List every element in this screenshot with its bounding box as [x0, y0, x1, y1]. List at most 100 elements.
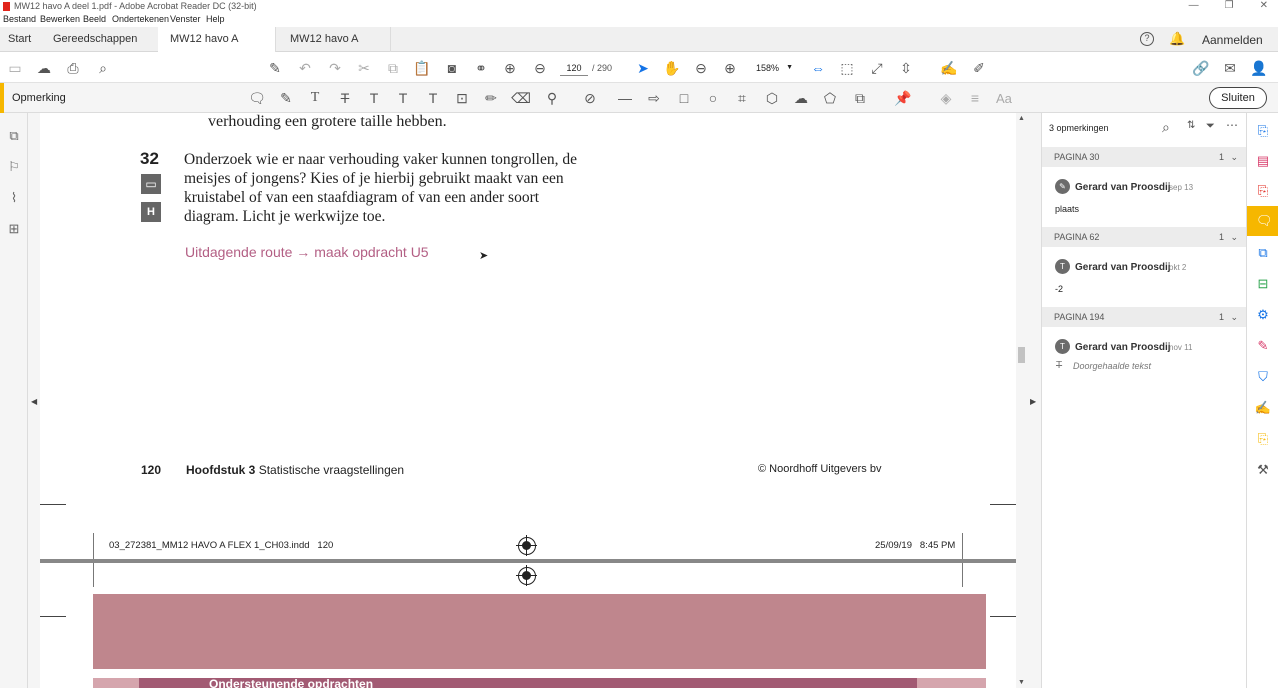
- tab-tools[interactable]: Gereedschappen: [53, 27, 137, 52]
- hand-icon[interactable]: ✋: [663, 59, 681, 77]
- menu-venster[interactable]: Venster: [170, 14, 201, 24]
- page-thumbnails-icon[interactable]: ⧉: [5, 127, 23, 145]
- scan-icon[interactable]: ⚙: [1255, 307, 1271, 323]
- pencil-icon[interactable]: ✏: [482, 89, 500, 107]
- polygon-icon[interactable]: ⬡: [763, 89, 781, 107]
- undo-icon[interactable]: ↶: [296, 59, 314, 77]
- sign-icon[interactable]: ✍: [940, 59, 958, 77]
- zoom-in-icon[interactable]: ⊕: [721, 59, 739, 77]
- comment-text[interactable]: -2: [1055, 284, 1063, 294]
- fill-sign-tool-icon[interactable]: ✎: [1255, 338, 1271, 354]
- combine-files-icon[interactable]: ⧉: [1255, 245, 1271, 261]
- menu-ondertekenen[interactable]: Ondertekenen: [112, 14, 169, 24]
- underline-text-icon[interactable]: T: [306, 89, 324, 107]
- copy-icon[interactable]: ⧉: [384, 59, 402, 77]
- page-down-icon[interactable]: ⊖: [531, 59, 549, 77]
- cloud-icon[interactable]: ☁: [792, 89, 810, 107]
- print-icon[interactable]: ⎙: [64, 59, 82, 77]
- save-icon[interactable]: ▭: [6, 59, 24, 77]
- shape-select-icon[interactable]: ⧉: [851, 89, 869, 107]
- redo-icon[interactable]: ↷: [326, 59, 344, 77]
- bell-icon[interactable]: 🔔: [1169, 31, 1185, 47]
- more-tools-icon[interactable]: ⚒: [1255, 462, 1271, 478]
- bookmark-icon[interactable]: ⚐: [5, 158, 23, 176]
- scroll-down-icon[interactable]: ▼: [1018, 679, 1025, 686]
- highlight-icon[interactable]: ✎: [277, 89, 295, 107]
- route-link[interactable]: Uitdagende route → maak opdracht U5: [185, 244, 429, 260]
- edit-pdf-icon[interactable]: ✎: [266, 59, 284, 77]
- scroll-mode-icon[interactable]: ⇳: [897, 59, 915, 77]
- rectangle-icon[interactable]: □: [675, 89, 693, 107]
- text-box-icon[interactable]: ⊡: [453, 89, 471, 107]
- menu-beeld[interactable]: Beeld: [83, 14, 106, 24]
- collapse-right-icon[interactable]: ▶: [1030, 397, 1036, 406]
- chevron-down-icon[interactable]: ⌄: [1230, 147, 1238, 167]
- fit-width-icon[interactable]: ⇔: [809, 59, 827, 77]
- comment-page-group[interactable]: PAGINA 194 1 ⌄: [1042, 307, 1246, 327]
- more-options-icon[interactable]: ⋯: [1226, 118, 1238, 132]
- document-view[interactable]: verhouding een grotere taille hebben. 32…: [40, 113, 1016, 688]
- export-pdf-icon[interactable]: ⎘: [1255, 183, 1271, 199]
- full-screen-icon[interactable]: ⤢: [868, 59, 886, 77]
- polyline-icon[interactable]: ⬠: [821, 89, 839, 107]
- sticky-note-icon[interactable]: 🗨: [248, 89, 266, 107]
- stamp-icon[interactable]: ⚲: [543, 89, 561, 107]
- insert-text-icon[interactable]: T: [394, 89, 412, 107]
- text-size-icon[interactable]: Aa: [996, 91, 1012, 106]
- replace-text-icon[interactable]: T: [365, 89, 383, 107]
- filter-icon[interactable]: ⏷: [1206, 120, 1215, 133]
- callout-icon[interactable]: ⌗: [733, 89, 751, 107]
- select-cursor-icon[interactable]: ➤: [634, 59, 652, 77]
- scroll-thumb[interactable]: [1018, 347, 1025, 363]
- send-review-icon[interactable]: ⎘: [1255, 431, 1271, 447]
- comment-page-group[interactable]: PAGINA 62 1 ⌄: [1042, 227, 1246, 247]
- scroll-up-icon[interactable]: ▲: [1018, 115, 1025, 122]
- upload-icon[interactable]: ☁: [35, 59, 53, 77]
- link-icon[interactable]: 🔗: [1192, 59, 1210, 77]
- search-icon[interactable]: ⌕: [94, 59, 112, 77]
- request-signature-icon[interactable]: ✍: [1255, 400, 1271, 416]
- line-weight-icon[interactable]: ≡: [966, 89, 984, 107]
- zoom-out-icon[interactable]: ⊖: [692, 59, 710, 77]
- tab-document-active[interactable]: MW12 havo A deel... ×: [158, 27, 276, 70]
- fit-page-icon[interactable]: ⬚: [838, 59, 856, 77]
- paste-icon[interactable]: 📋: [413, 59, 431, 77]
- protect-icon[interactable]: ⛉: [1255, 369, 1271, 385]
- paperclip-icon[interactable]: ⌇: [5, 189, 23, 207]
- mail-icon[interactable]: ✉: [1221, 59, 1239, 77]
- signin-link[interactable]: Aanmelden: [1202, 33, 1263, 47]
- comment-text[interactable]: plaats: [1055, 204, 1079, 214]
- tab-start[interactable]: Start: [8, 27, 31, 52]
- maximize-button[interactable]: ❐: [1225, 0, 1234, 11]
- menu-bestand[interactable]: Bestand: [3, 14, 36, 24]
- fill-color-icon[interactable]: ◈: [937, 89, 955, 107]
- vertical-scrollbar[interactable]: ▲ ▼: [1016, 113, 1027, 688]
- snapshot-icon[interactable]: ◙: [443, 59, 461, 77]
- cut-icon[interactable]: ✂: [355, 59, 373, 77]
- binoculars-icon[interactable]: ⚭: [472, 59, 490, 77]
- strikethrough-icon[interactable]: T: [336, 89, 354, 107]
- page-up-icon[interactable]: ⊕: [501, 59, 519, 77]
- line-icon[interactable]: —: [616, 89, 634, 107]
- tab-document[interactable]: MW12 havo A deel...: [278, 27, 391, 70]
- comment-page-group[interactable]: PAGINA 30 1 ⌄: [1042, 147, 1246, 167]
- lock-icon[interactable]: ⊞: [5, 220, 23, 238]
- attach-icon[interactable]: ⊘: [581, 89, 599, 107]
- close-window-button[interactable]: ✕: [1260, 0, 1268, 11]
- fill-sign-icon[interactable]: ✐: [970, 59, 988, 77]
- minimize-button[interactable]: —: [1189, 0, 1199, 11]
- arrow-icon[interactable]: ⇨: [645, 89, 663, 107]
- collapse-left-icon[interactable]: ◀: [31, 397, 37, 406]
- menu-help[interactable]: Help: [206, 14, 225, 24]
- add-text-icon[interactable]: T: [424, 89, 442, 107]
- chevron-down-icon[interactable]: ⌄: [1230, 307, 1238, 327]
- pin-icon[interactable]: 📌: [894, 89, 912, 107]
- page-number-input[interactable]: 120: [560, 60, 588, 76]
- comment-text[interactable]: Doorgehaalde tekst: [1073, 361, 1151, 371]
- oval-icon[interactable]: ○: [704, 89, 722, 107]
- zoom-select[interactable]: 158% ▼: [752, 60, 796, 76]
- chevron-down-icon[interactable]: ⌄: [1230, 227, 1238, 247]
- share-user-icon[interactable]: 👤: [1250, 59, 1268, 77]
- help-icon[interactable]: ?: [1140, 32, 1154, 46]
- comment-tool-active[interactable]: 🗨: [1247, 206, 1278, 236]
